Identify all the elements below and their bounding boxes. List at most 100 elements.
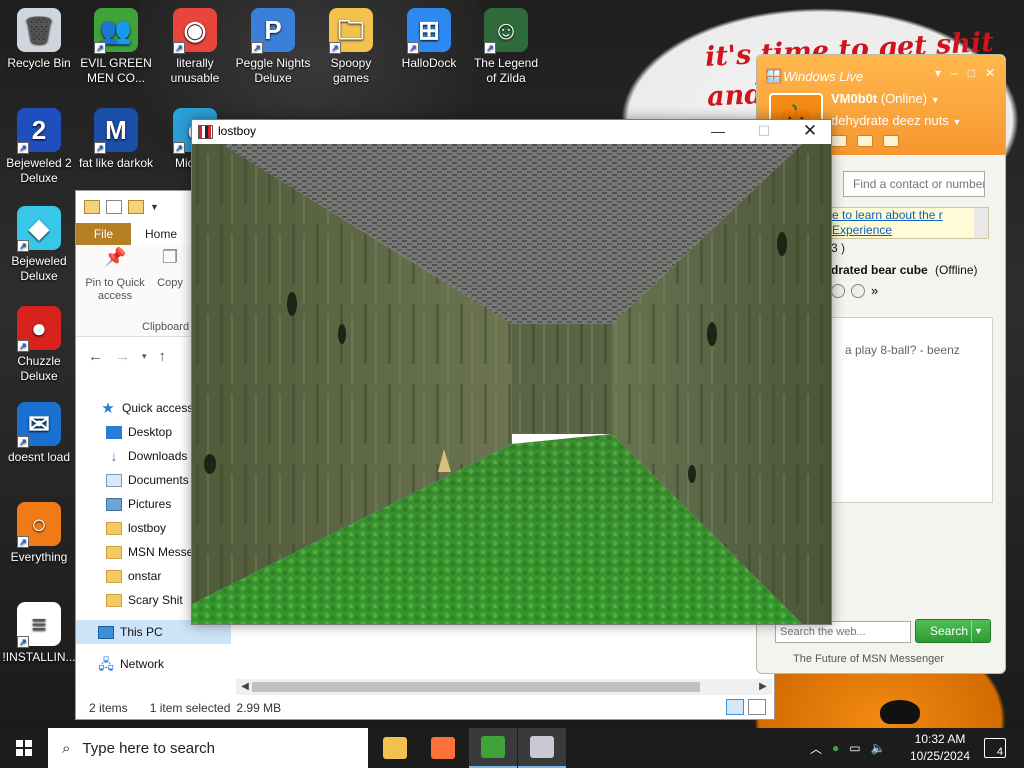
msn-buddies-icon: 👥 ↗: [94, 8, 138, 54]
chevron-down-icon[interactable]: ▼: [150, 202, 159, 212]
msn-tray-icon[interactable]: ●: [832, 741, 839, 755]
copy-button[interactable]: ❐ Copy: [150, 245, 190, 290]
menu-icon[interactable]: ▾: [935, 66, 941, 80]
promo-scrollbar[interactable]: [974, 208, 988, 238]
zilda-icon: ☺ ↗: [484, 8, 528, 54]
game-invite-text: a play 8-ball? - beenz: [845, 343, 960, 357]
windows-logo-icon: ⊞ ↗: [407, 8, 451, 54]
desktop-shortcut-label: !INSTALLIN...: [2, 650, 76, 664]
tree-item[interactable]: ★ Quick access: [100, 396, 196, 420]
close-icon[interactable]: ✕: [985, 66, 995, 80]
maximize-icon[interactable]: ☐: [741, 120, 787, 144]
tree-item[interactable]: Scary Shit: [100, 588, 196, 612]
desktop-shortcut[interactable]: ◉ ↗ literally unusable: [157, 4, 233, 86]
desktop-shortcut-label: Bejeweled 2 Deluxe: [6, 156, 72, 185]
maximize-icon[interactable]: □: [968, 66, 975, 80]
quick-links: [831, 135, 899, 147]
bejeweled-2-icon: 2 ↗: [17, 108, 61, 154]
game-window-title: lostboy: [218, 124, 257, 138]
desktop-shortcut[interactable]: ● ↗ Chuzzle Deluxe: [1, 302, 77, 384]
block-icon[interactable]: [851, 283, 865, 298]
corridor-scene: [192, 144, 831, 624]
close-icon[interactable]: ✕: [787, 120, 833, 144]
large-icons-view-icon[interactable]: [748, 699, 766, 715]
tree-item[interactable]: onstar: [100, 564, 196, 588]
desktop-shortcut[interactable]: ≡ ↗ !INSTALLIN...: [1, 598, 77, 665]
scrollbar-thumb[interactable]: [252, 682, 700, 692]
desktop-shortcut[interactable]: ✉ ↗ doesnt load: [1, 398, 77, 465]
back-arrow-icon[interactable]: ←: [88, 348, 103, 365]
scroll-right-icon[interactable]: ▶: [756, 679, 770, 695]
promo-link[interactable]: e to learn about the r Experience: [832, 208, 943, 237]
desktop-shortcut[interactable]: 🗑 Recycle Bin: [1, 4, 77, 71]
folder-icon[interactable]: [84, 200, 100, 214]
taskbar: ⌕ Type here to search ︿ ● ▭ 🔈 10:32 AM 1…: [0, 728, 1024, 768]
horizontal-scrollbar[interactable]: ◀ ▶: [236, 679, 772, 695]
network-icon[interactable]: ▭: [849, 741, 860, 755]
scroll-left-icon[interactable]: ◀: [238, 679, 252, 695]
contact-search-input[interactable]: [843, 171, 985, 197]
desktop-shortcut[interactable]: ☺ ↗ The Legend of Zilda: [468, 4, 544, 86]
taskbar-app-button[interactable]: [419, 728, 467, 768]
display-name[interactable]: VM0b0t (Online) ▼: [831, 91, 940, 106]
pin-to-quick-access-button[interactable]: 📌 Pin to Quick access: [80, 245, 150, 303]
taskbar-app-button[interactable]: [371, 728, 419, 768]
chevron-down-icon[interactable]: ▼: [952, 117, 961, 127]
up-arrow-icon[interactable]: ↑: [159, 348, 167, 365]
more-icon[interactable]: »: [871, 283, 878, 298]
desktop-shortcut[interactable]: ○ ↗ Everything: [1, 498, 77, 565]
details-view-icon[interactable]: [726, 699, 744, 715]
new-folder-icon[interactable]: [128, 200, 144, 214]
desktop-shortcut[interactable]: 2 ↗ Bejeweled 2 Deluxe: [1, 104, 77, 186]
properties-icon[interactable]: [106, 200, 122, 214]
minimize-icon[interactable]: —: [695, 120, 741, 144]
tree-item[interactable]: lostboy: [100, 516, 196, 540]
username: VM0b0t: [831, 91, 878, 106]
shortcut-arrow-icon: ↗: [17, 142, 29, 154]
chevron-up-icon[interactable]: ︿: [810, 740, 822, 757]
chevron-down-icon[interactable]: ▾: [142, 351, 147, 362]
tree-item[interactable]: Pictures: [100, 492, 196, 516]
chevron-down-icon[interactable]: ▼: [931, 95, 940, 105]
taskbar-search-box[interactable]: ⌕ Type here to search: [48, 728, 368, 768]
tree-item[interactable]: Documents: [100, 468, 196, 492]
notification-center-icon[interactable]: 4: [984, 738, 1006, 758]
spaces-icon[interactable]: [857, 135, 873, 147]
promo-banner[interactable]: e to learn about the r Experience: [831, 207, 989, 239]
recycle-bin-icon: 🗑: [17, 8, 61, 52]
desktop-shortcut[interactable]: M ↗ fat like darkok: [78, 104, 154, 171]
web-search-button[interactable]: Search ▼: [915, 619, 991, 643]
tree-item[interactable]: Desktop: [100, 420, 196, 444]
chrome-icon: ◉ ↗: [173, 8, 217, 54]
shortcut-arrow-icon: ↗: [173, 142, 185, 154]
lostboy-game-window[interactable]: lostboy — ☐ ✕: [191, 119, 832, 625]
copy-icon: ❐: [161, 247, 179, 267]
taskbar-app-button[interactable]: [518, 728, 566, 768]
mail-icon[interactable]: [831, 283, 845, 298]
tab-file[interactable]: File: [76, 223, 131, 245]
desktop-shortcut[interactable]: ⊞ ↗ HalloDock: [391, 4, 467, 71]
personal-message[interactable]: dehydrate deez nuts ▼: [831, 113, 961, 128]
minimize-icon[interactable]: –: [951, 66, 958, 80]
forward-arrow-icon[interactable]: →: [115, 348, 130, 365]
desktop-shortcut[interactable]: 👥 ↗ EVIL GREEN MEN CO...: [78, 4, 154, 86]
desktop-shortcut[interactable]: P ↗ Peggle Nights Deluxe: [235, 4, 311, 86]
search-button-label: Search: [930, 624, 969, 638]
mail-icon[interactable]: [831, 135, 847, 147]
news-icon[interactable]: [883, 135, 899, 147]
contact-entry[interactable]: drated bear cube (Offline): [831, 263, 978, 277]
tree-item[interactable]: MSN Messenger: [100, 540, 217, 564]
start-button[interactable]: [0, 728, 48, 768]
tree-item[interactable]: ↓ Downloads: [100, 444, 196, 468]
desktop-shortcut[interactable]: ◆ ↗ Bejeweled Deluxe: [1, 202, 77, 284]
volume-icon[interactable]: 🔈: [871, 741, 886, 755]
documents-icon: [106, 473, 122, 487]
game-viewport[interactable]: [192, 144, 831, 624]
game-title-bar[interactable]: lostboy — ☐ ✕: [192, 120, 831, 144]
tree-item-network[interactable]: 🖧 Network: [76, 652, 196, 676]
taskbar-app-button[interactable]: [469, 728, 517, 768]
chevron-down-icon[interactable]: ▼: [971, 620, 985, 642]
clock[interactable]: 10:32 AM 10/25/2024: [900, 731, 980, 765]
tab-home[interactable]: Home: [131, 223, 191, 245]
desktop-shortcut[interactable]: 🗀 ↗ Spoopy games: [313, 4, 389, 86]
